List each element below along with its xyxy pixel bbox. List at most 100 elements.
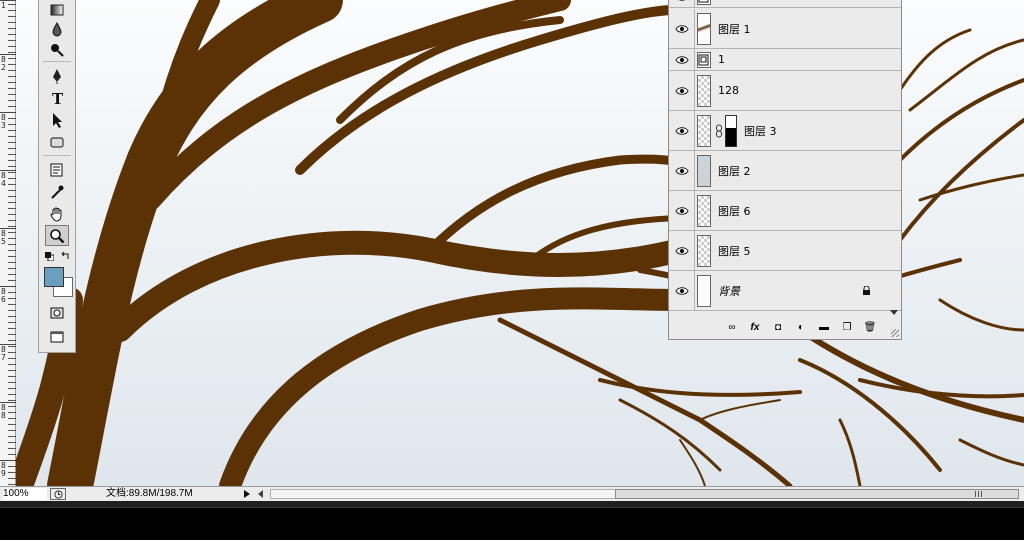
scroll-left-arrow-icon[interactable] (258, 490, 263, 498)
ruler-tick (8, 70, 16, 71)
layer-row[interactable]: 1 (669, 0, 901, 8)
ruler-tick (8, 220, 16, 221)
eyedropper-tool-icon[interactable] (45, 181, 69, 202)
layer-thumbnail (697, 154, 711, 187)
horizontal-scroll-thumb[interactable] (615, 489, 1019, 499)
quick-mask-icon[interactable] (45, 302, 69, 323)
ruler-label: 8 4 (1, 171, 6, 188)
ruler-tick (8, 238, 16, 239)
ruler-tick (8, 268, 16, 269)
layer-visibility-toggle[interactable] (669, 0, 695, 7)
layer-name: 1 (718, 0, 725, 3)
default-colors-icon[interactable] (45, 252, 55, 262)
ruler-tick (8, 454, 16, 455)
swap-colors-icon[interactable] (61, 251, 71, 261)
ruler-tick (8, 226, 16, 227)
ruler-tick (8, 58, 16, 59)
ruler-tick (8, 130, 16, 131)
svg-text:T: T (52, 90, 64, 106)
layer-visibility-toggle[interactable] (669, 9, 695, 48)
delete-layer-icon[interactable]: 🗑 (863, 320, 877, 334)
layer-row[interactable]: 1 (669, 49, 901, 71)
vertical-ruler[interactable]: 1 8 2 8 3 8 4 8 5 8 6 8 7 8 8 8 9 (0, 0, 16, 486)
ruler-tick (8, 76, 16, 77)
layer-mask-icon[interactable]: ◘ (771, 320, 785, 334)
ruler-tick (8, 118, 16, 119)
eye-icon (674, 24, 689, 33)
status-menu-arrow-icon[interactable] (244, 490, 250, 498)
smart-object-icon (698, 54, 709, 65)
rectangle-shape-tool-icon[interactable] (45, 131, 69, 152)
foreground-color-swatch[interactable] (44, 267, 64, 287)
layer-row[interactable]: 背景 (669, 271, 901, 311)
status-bar: 100% 文档:89.8M/198.7M (0, 486, 1024, 501)
ruler-tick (8, 190, 16, 191)
ruler-label: 8 3 (1, 113, 6, 130)
layer-thumbnail (697, 12, 711, 45)
ruler-tick (8, 388, 16, 389)
panel-resize-grip[interactable] (891, 329, 899, 337)
ruler-tick (8, 298, 16, 299)
layer-visibility-toggle[interactable] (669, 231, 695, 270)
layer-row[interactable]: 128 (669, 71, 901, 111)
ruler-tick (8, 262, 16, 263)
document-size-info: 文档:89.8M/198.7M (106, 488, 193, 499)
layer-row[interactable]: 图层 5 (669, 231, 901, 271)
layer-row[interactable]: 图层 1 (669, 9, 901, 49)
ruler-tick (8, 364, 16, 365)
layer-row[interactable]: 图层 3 (669, 111, 901, 151)
hand-tool-icon[interactable] (45, 203, 69, 224)
ruler-tick (8, 160, 16, 161)
ruler-tick (8, 310, 16, 311)
mask-link-icon[interactable] (715, 124, 723, 138)
path-selection-tool-icon[interactable] (45, 109, 69, 130)
layer-visibility-toggle[interactable] (669, 271, 695, 310)
layer-visibility-toggle[interactable] (669, 71, 695, 110)
layer-name: 图层 1 (718, 22, 751, 36)
layer-visibility-toggle[interactable] (669, 111, 695, 150)
ruler-tick (8, 280, 16, 281)
status-info-button[interactable] (50, 488, 66, 500)
ruler-tick (8, 382, 16, 383)
ruler-tick (8, 256, 16, 257)
ruler-tick (8, 94, 16, 95)
layer-style-icon[interactable]: fx (748, 320, 762, 334)
ruler-tick (8, 34, 16, 35)
eye-icon (674, 55, 689, 64)
ruler-tick (8, 82, 16, 83)
notes-tool-icon[interactable] (45, 159, 69, 180)
zoom-tool-icon[interactable] (45, 225, 69, 246)
ruler-tick (8, 400, 16, 401)
layer-thumbnail (697, 234, 711, 267)
layer-name: 图层 6 (718, 204, 751, 218)
layer-visibility-toggle[interactable] (669, 191, 695, 230)
smart-object-icon (698, 0, 709, 2)
new-group-icon[interactable]: ▬ (817, 320, 831, 334)
ruler-tick (8, 16, 16, 17)
panel-scroll-down-icon[interactable] (890, 310, 898, 315)
pen-tool-icon[interactable] (45, 65, 69, 86)
layer-thumbnail (697, 51, 711, 68)
ruler-label: 8 6 (1, 287, 6, 304)
screen-mode-icon[interactable] (45, 326, 69, 347)
layer-mask-thumbnail[interactable] (725, 114, 737, 147)
layer-row[interactable]: 图层 6 (669, 191, 901, 231)
layer-name: 128 (718, 84, 739, 97)
zoom-level-field[interactable]: 100% (3, 488, 47, 500)
adjustment-layer-icon[interactable]: ◐ (794, 320, 808, 334)
ruler-tick (8, 46, 16, 47)
ruler-tick (8, 376, 16, 377)
ruler-tick (8, 472, 16, 473)
dodge-tool-icon[interactable] (45, 38, 69, 59)
layer-visibility-toggle[interactable] (669, 151, 695, 190)
layer-row[interactable]: 图层 2 (669, 151, 901, 191)
clock-icon (53, 489, 63, 499)
ruler-tick (8, 244, 16, 245)
new-layer-icon[interactable]: ❐ (840, 320, 854, 334)
blur-tool-icon[interactable] (45, 18, 69, 39)
type-tool-icon[interactable]: T (45, 87, 69, 108)
layer-name: 背景 (718, 284, 740, 298)
layer-visibility-toggle[interactable] (669, 49, 695, 70)
link-layers-icon[interactable]: ∞ (725, 320, 739, 334)
ruler-tick (8, 478, 16, 479)
